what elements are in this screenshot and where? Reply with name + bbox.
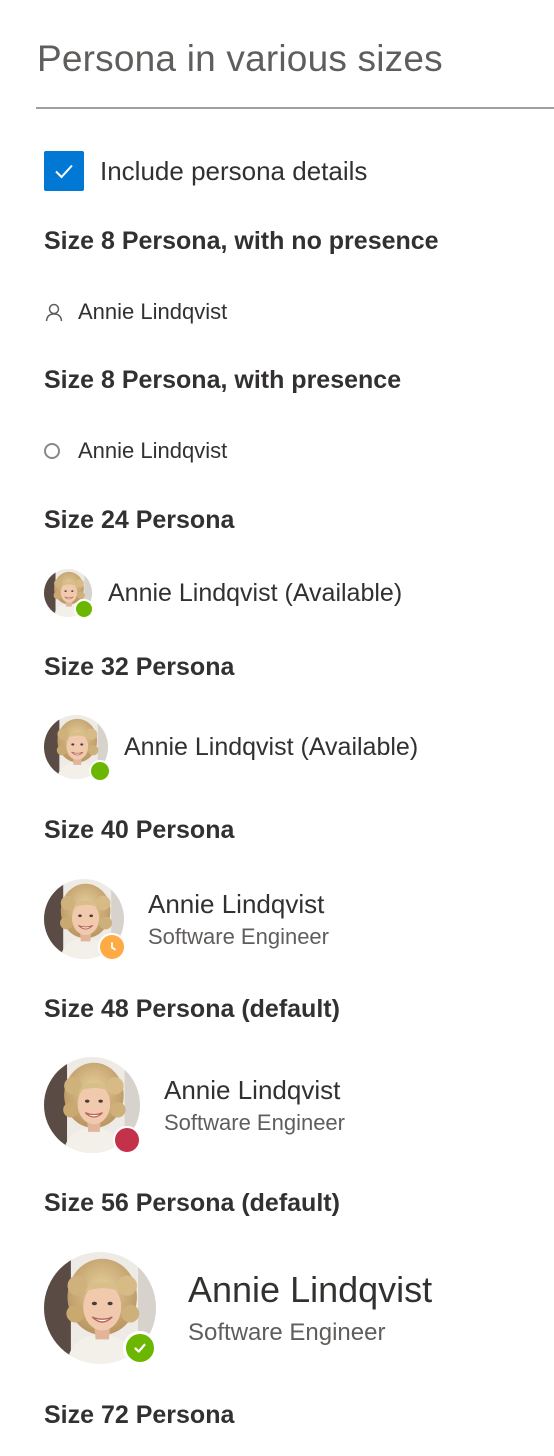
clock-icon xyxy=(111,942,116,951)
section-heading-size48: Size 48 Persona (default) xyxy=(44,995,340,1023)
section-heading-size56: Size 56 Persona (default) xyxy=(44,1189,340,1217)
presence-offline-icon xyxy=(44,443,60,459)
section-heading-size72: Size 72 Persona xyxy=(44,1401,235,1429)
persona-size48[interactable]: Annie Lindqvist Software Engineer xyxy=(44,1057,345,1154)
section-heading-size8-no-presence: Size 8 Persona, with no presence xyxy=(44,227,439,255)
presence-available-badge xyxy=(74,599,94,619)
persona-name: Annie Lindqvist xyxy=(78,299,228,324)
persona-title: Software Engineer xyxy=(188,1319,386,1346)
section-heading-size32: Size 32 Persona xyxy=(44,653,235,681)
contact-icon xyxy=(44,302,64,322)
title-divider xyxy=(36,107,554,109)
persona-name: Annie Lindqvist xyxy=(148,889,325,919)
persona-coin xyxy=(44,715,111,782)
persona-title: Software Engineer xyxy=(148,924,329,949)
presence-available-badge xyxy=(89,760,111,782)
persona-size32[interactable]: Annie Lindqvist (Available) xyxy=(44,715,419,782)
persona-size8-no-presence[interactable]: Annie Lindqvist xyxy=(44,297,227,327)
include-details-checkbox[interactable]: Include persona details xyxy=(44,151,367,191)
persona-name: Annie Lindqvist xyxy=(78,438,228,463)
persona-size40[interactable]: Annie Lindqvist Software Engineer xyxy=(44,879,329,961)
checkmark-icon xyxy=(55,164,73,179)
persona-coin xyxy=(44,1252,157,1365)
persona-size8-presence[interactable]: Annie Lindqvist xyxy=(44,436,227,466)
persona-name: Annie Lindqvist (Available) xyxy=(108,578,403,607)
presence-busy-badge xyxy=(113,1126,141,1154)
persona-coin xyxy=(44,879,126,961)
section-heading-size8-presence: Size 8 Persona, with presence xyxy=(44,366,402,394)
persona-size24[interactable]: Annie Lindqvist (Available) xyxy=(44,569,403,619)
checkbox-box[interactable] xyxy=(44,151,84,191)
presence-available-badge xyxy=(123,1331,157,1365)
persona-details: Annie Lindqvist Software Engineer xyxy=(164,1073,345,1137)
section-heading-size24: Size 24 Persona xyxy=(44,506,235,534)
persona-coin xyxy=(44,1057,141,1154)
checkmark-icon xyxy=(134,1343,146,1353)
presence-away-badge xyxy=(98,933,126,961)
section-heading-size40: Size 40 Persona xyxy=(44,816,235,844)
persona-title: Software Engineer xyxy=(164,1110,345,1135)
persona-name: Annie Lindqvist xyxy=(188,1269,433,1310)
persona-name: Annie Lindqvist (Available) xyxy=(124,732,419,761)
persona-size56[interactable]: Annie Lindqvist Software Engineer xyxy=(44,1252,432,1365)
persona-name: Annie Lindqvist xyxy=(164,1075,341,1105)
persona-details: Annie Lindqvist Software Engineer xyxy=(188,1267,432,1349)
page-title: Persona in various sizes xyxy=(37,38,443,79)
checkbox-label: Include persona details xyxy=(100,155,368,186)
persona-details: Annie Lindqvist Software Engineer xyxy=(148,887,329,951)
persona-coin xyxy=(44,569,94,619)
